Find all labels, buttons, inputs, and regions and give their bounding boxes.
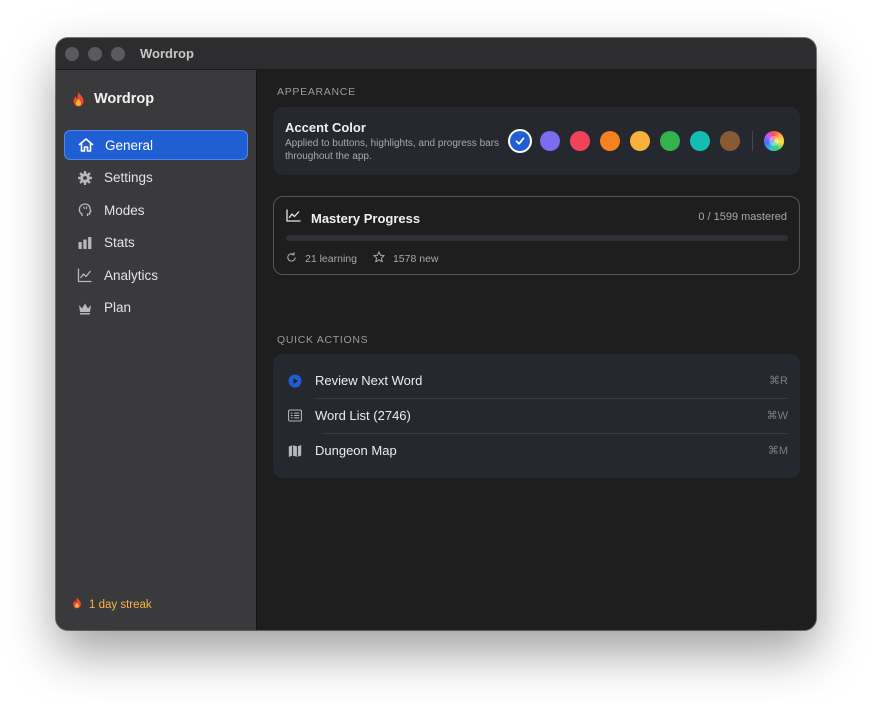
flame-icon bbox=[72, 596, 82, 614]
mastery-header: Mastery Progress bbox=[286, 209, 420, 227]
zoom-window-button[interactable] bbox=[111, 47, 125, 61]
mastery-title: Mastery Progress bbox=[311, 210, 421, 226]
crown-icon bbox=[77, 300, 93, 316]
title-bar: Wordrop bbox=[56, 38, 816, 70]
action-label: Word List (2746) bbox=[315, 408, 411, 423]
streak-text: 1 day streak bbox=[89, 599, 152, 611]
sidebar-item-general[interactable]: General bbox=[64, 130, 248, 160]
sidebar-item-settings[interactable]: Settings bbox=[64, 163, 248, 193]
sidebar-brand: Wordrop bbox=[72, 91, 154, 107]
swatch-red[interactable] bbox=[570, 131, 590, 151]
app-name: Wordrop bbox=[94, 91, 155, 107]
sidebar-item-label: Modes bbox=[104, 202, 145, 218]
swatch-green[interactable] bbox=[660, 131, 680, 151]
line-chart-icon bbox=[77, 267, 93, 283]
word-list-action[interactable]: Word List (2746) ⌘W bbox=[273, 398, 800, 433]
sidebar: Wordrop General Settings Modes Stats Ana… bbox=[56, 70, 257, 630]
sidebar-nav: General Settings Modes Stats Analytics P… bbox=[64, 130, 248, 326]
accent-color-description: Applied to buttons, highlights, and prog… bbox=[285, 138, 500, 162]
action-label: Dungeon Map bbox=[315, 443, 397, 458]
app-window: Wordrop Wordrop General Settings Modes S… bbox=[56, 38, 816, 630]
custom-color-picker[interactable] bbox=[764, 131, 784, 151]
accent-swatches bbox=[508, 129, 784, 153]
sidebar-item-analytics[interactable]: Analytics bbox=[64, 260, 248, 290]
sidebar-item-label: Stats bbox=[104, 235, 135, 251]
minimize-window-button[interactable] bbox=[88, 47, 102, 61]
flame-icon bbox=[72, 92, 85, 107]
map-icon bbox=[288, 444, 302, 458]
accent-color-card: Accent Color Applied to buttons, highlig… bbox=[273, 107, 800, 175]
gear-icon bbox=[77, 170, 93, 186]
quick-actions-section-label: QUICK ACTIONS bbox=[277, 334, 369, 346]
accent-color-title: Accent Color bbox=[285, 120, 366, 135]
sidebar-item-label: Analytics bbox=[104, 267, 159, 283]
refresh-icon bbox=[286, 251, 297, 266]
star-icon bbox=[373, 251, 385, 266]
sidebar-item-stats[interactable]: Stats bbox=[64, 228, 248, 258]
mastery-progress-card: Mastery Progress 0 / 1599 mastered 21 le… bbox=[273, 196, 800, 275]
play-circle-icon bbox=[288, 374, 302, 388]
checkmark-icon bbox=[510, 131, 530, 151]
action-shortcut: ⌘W bbox=[766, 410, 788, 422]
brain-icon bbox=[77, 202, 93, 218]
quick-actions-card: Review Next Word ⌘R Word List (2746) ⌘W … bbox=[273, 354, 800, 478]
action-shortcut: ⌘M bbox=[767, 445, 788, 457]
swatch-blue[interactable] bbox=[508, 129, 532, 153]
home-icon bbox=[78, 137, 94, 153]
mastery-progress-bar bbox=[286, 235, 788, 241]
swatch-purple[interactable] bbox=[540, 131, 560, 151]
swatch-yellow[interactable] bbox=[630, 131, 650, 151]
swatch-brown[interactable] bbox=[720, 131, 740, 151]
list-icon bbox=[288, 409, 302, 423]
sidebar-item-label: General bbox=[105, 137, 154, 153]
mastery-count: 0 / 1599 mastered bbox=[698, 211, 787, 223]
dungeon-map-action[interactable]: Dungeon Map ⌘M bbox=[273, 433, 800, 468]
sidebar-item-label: Plan bbox=[104, 300, 132, 316]
bar-chart-icon bbox=[77, 235, 93, 251]
action-shortcut: ⌘R bbox=[769, 375, 788, 387]
mastery-stats: 21 learning 1578 new bbox=[286, 251, 455, 266]
sidebar-item-label: Settings bbox=[104, 170, 153, 186]
main-content: APPEARANCE Accent Color Applied to butto… bbox=[258, 70, 816, 630]
swatch-teal[interactable] bbox=[690, 131, 710, 151]
swatch-divider bbox=[752, 131, 753, 151]
window-title: Wordrop bbox=[140, 46, 194, 61]
new-stat: 1578 new bbox=[373, 251, 439, 266]
close-window-button[interactable] bbox=[65, 47, 79, 61]
action-label: Review Next Word bbox=[315, 373, 423, 388]
streak-indicator: 1 day streak bbox=[72, 596, 152, 614]
review-next-word-action[interactable]: Review Next Word ⌘R bbox=[273, 363, 800, 398]
learning-count: 21 learning bbox=[305, 252, 357, 265]
appearance-section-label: APPEARANCE bbox=[277, 86, 356, 98]
learning-stat: 21 learning bbox=[286, 251, 357, 266]
sidebar-item-modes[interactable]: Modes bbox=[64, 195, 248, 225]
new-count: 1578 new bbox=[392, 252, 439, 265]
swatch-orange[interactable] bbox=[600, 131, 620, 151]
line-chart-icon bbox=[286, 209, 301, 227]
sidebar-item-plan[interactable]: Plan bbox=[64, 293, 248, 323]
